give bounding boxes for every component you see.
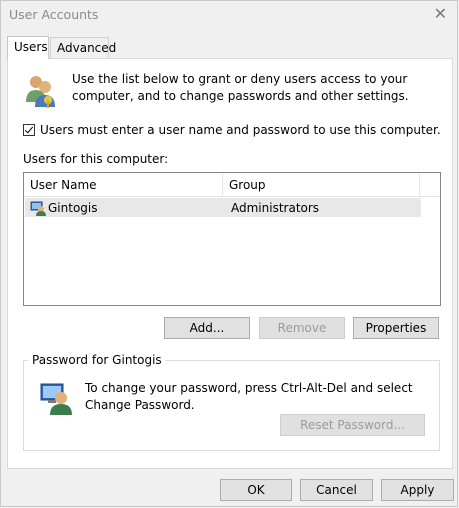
require-password-row: Users must enter a user name and passwor… bbox=[23, 123, 441, 137]
password-instructions: To change your password, press Ctrl-Alt-… bbox=[85, 381, 413, 412]
users-icon bbox=[26, 76, 55, 108]
password-group-title: Password for Gintogis bbox=[28, 353, 166, 367]
cell-group: Administrators bbox=[231, 200, 320, 215]
column-header-filler bbox=[420, 173, 440, 197]
cancel-button[interactable]: Cancel bbox=[300, 479, 373, 501]
cell-user-name: Gintogis bbox=[48, 200, 98, 215]
remove-button[interactable]: Remove bbox=[259, 317, 345, 339]
ok-button[interactable]: OK bbox=[220, 479, 292, 501]
user-accounts-window: User Accounts ✕ Users Advanced Use the l… bbox=[0, 0, 458, 507]
table-row[interactable]: Gintogis Administrators bbox=[25, 198, 421, 217]
reset-password-button[interactable]: Reset Password... bbox=[280, 414, 425, 436]
users-listview[interactable]: User Name Group Gintogis Administrators bbox=[23, 172, 441, 306]
add-button[interactable]: Add... bbox=[164, 317, 250, 339]
require-password-checkbox[interactable] bbox=[23, 124, 35, 136]
tab-users[interactable]: Users bbox=[7, 36, 49, 59]
column-header-user-name[interactable]: User Name bbox=[24, 173, 223, 197]
tab-advanced[interactable]: Advanced bbox=[50, 37, 116, 58]
user-account-icon bbox=[30, 201, 46, 216]
apply-button[interactable]: Apply bbox=[381, 479, 454, 501]
window-title: User Accounts bbox=[9, 7, 99, 22]
close-icon[interactable]: ✕ bbox=[434, 4, 447, 23]
listview-header: User Name Group bbox=[24, 173, 440, 197]
properties-button[interactable]: Properties bbox=[353, 317, 439, 339]
column-header-group[interactable]: Group bbox=[223, 173, 420, 197]
require-password-label[interactable]: Users must enter a user name and passwor… bbox=[40, 123, 441, 137]
intro-text: Use the list below to grant or deny user… bbox=[72, 72, 409, 103]
users-list-label: Users for this computer: bbox=[23, 152, 169, 166]
user-computer-icon bbox=[40, 383, 72, 415]
